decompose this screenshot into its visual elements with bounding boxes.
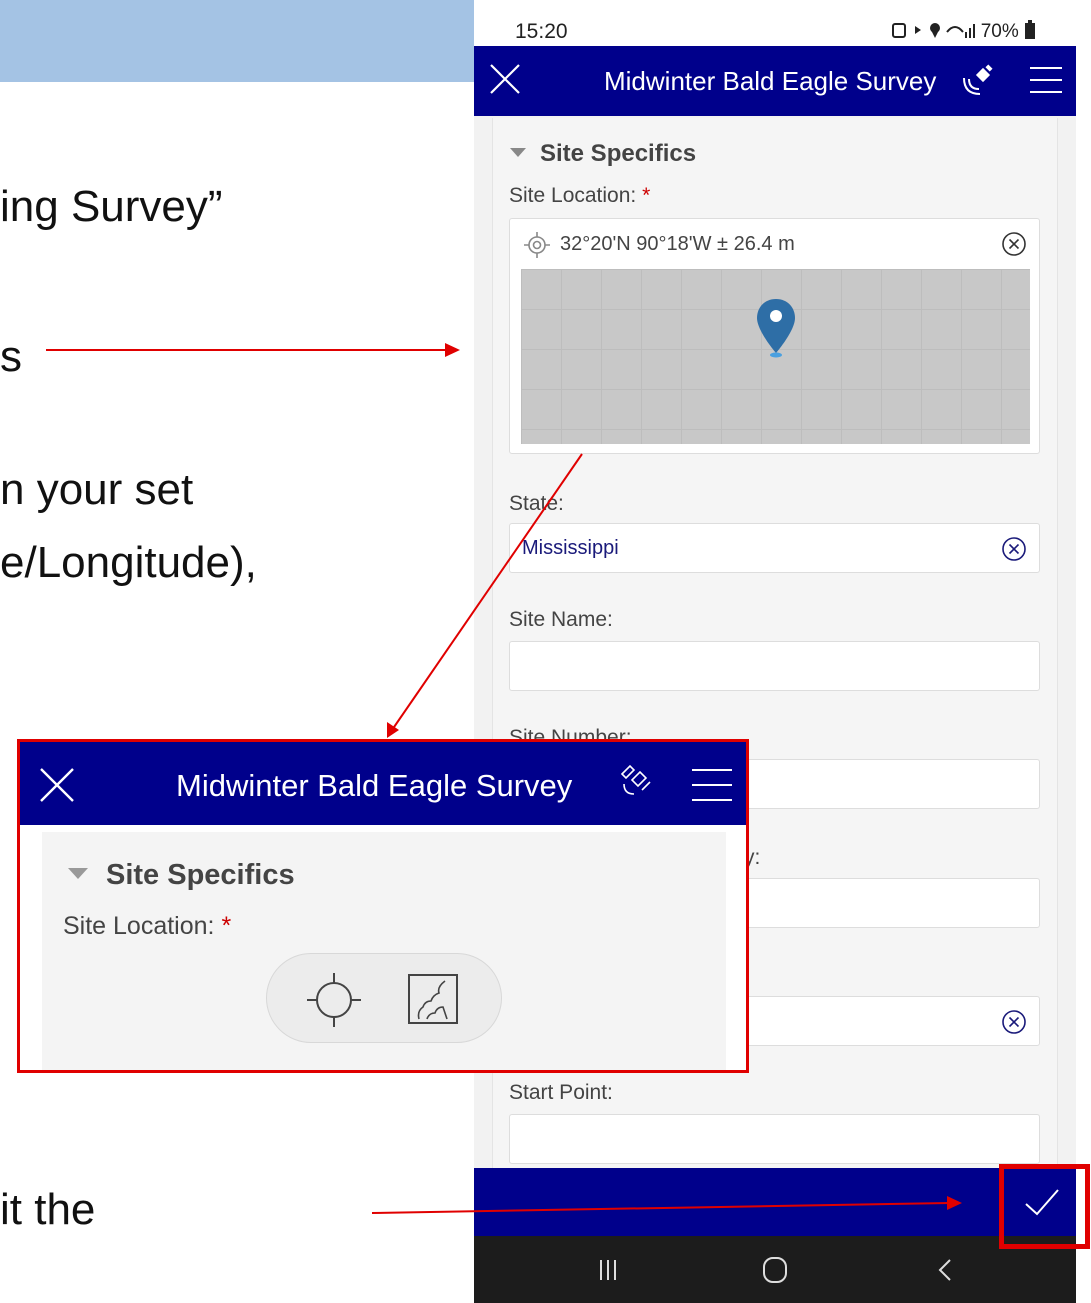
section-header-site-specifics[interactable]: Site Specifics	[510, 140, 696, 168]
required-marker: *	[642, 184, 651, 207]
site-name-field[interactable]	[509, 641, 1040, 691]
collapse-triangle-icon	[68, 867, 88, 879]
site-location-field[interactable]: 32°20'N 90°18'W ± 26.4 m	[509, 218, 1040, 454]
clear-icon[interactable]	[1001, 1009, 1027, 1035]
site-name-label: Site Name:	[509, 608, 613, 631]
status-icons: 70%	[891, 20, 1036, 43]
map-icon[interactable]	[407, 973, 459, 1025]
slide-text-line-3: n your set	[0, 465, 194, 514]
inset-section-title: Site Specifics	[106, 859, 295, 891]
slide-text-line-1: ing Survey”	[0, 182, 223, 231]
close-icon[interactable]	[488, 62, 522, 96]
app-header: Midwinter Bald Eagle Survey	[474, 46, 1076, 116]
signal-icon	[892, 23, 976, 38]
menu-icon[interactable]	[1030, 66, 1062, 94]
state-field[interactable]: Mississippi	[509, 523, 1040, 573]
phone-screenshot: 15:20 70% Midwinter Bald Eagle Survey Si…	[474, 0, 1076, 1303]
arrow-to-location-field	[46, 343, 460, 357]
target-icon	[524, 232, 550, 258]
app-title: Midwinter Bald Eagle Survey	[604, 66, 937, 96]
inset-site-location-text: Site Location:	[63, 912, 215, 940]
collapse-triangle-icon	[510, 148, 526, 158]
zoom-inset: Midwinter Bald Eagle Survey Site Specifi…	[17, 739, 749, 1073]
slide-text-line-5: it the	[0, 1185, 96, 1234]
android-nav-bar	[474, 1236, 1076, 1303]
gps-satellite-icon[interactable]	[616, 762, 656, 802]
clear-icon[interactable]	[1001, 231, 1027, 257]
site-location-label: Site Location: *	[509, 184, 650, 208]
slide-text-line-4: e/Longitude),	[0, 538, 257, 587]
submit-highlight	[999, 1164, 1090, 1249]
start-point-label: Start Point:	[509, 1081, 613, 1104]
inset-app-title: Midwinter Bald Eagle Survey	[176, 768, 573, 803]
home-icon[interactable]	[756, 1252, 796, 1288]
battery-level: 70%	[980, 21, 1019, 42]
gps-satellite-icon[interactable]	[958, 64, 998, 98]
back-icon[interactable]	[926, 1252, 966, 1288]
bottom-action-bar	[474, 1168, 1076, 1236]
start-point-field[interactable]	[509, 1114, 1040, 1164]
inset-app-header: Midwinter Bald Eagle Survey	[20, 742, 746, 825]
recent-apps-icon[interactable]	[588, 1252, 628, 1288]
section-title: Site Specifics	[540, 140, 697, 167]
status-bar: 15:20 70%	[474, 0, 1076, 46]
gps-target-icon[interactable]	[305, 971, 363, 1029]
map-pin-icon	[757, 299, 795, 358]
location-coordinates: 32°20'N 90°18'W ± 26.4 m	[560, 233, 795, 255]
menu-icon[interactable]	[692, 768, 732, 802]
required-marker: *	[221, 912, 232, 940]
clear-icon[interactable]	[1001, 536, 1027, 562]
state-value: Mississippi	[522, 537, 619, 559]
inset-section-header[interactable]: Site Specifics	[68, 859, 295, 892]
slide-text-line-2: s	[0, 332, 22, 381]
close-icon[interactable]	[38, 766, 76, 804]
site-location-label-text: Site Location:	[509, 184, 637, 207]
state-label: State:	[509, 492, 564, 515]
location-picker-buttons	[266, 953, 502, 1043]
battery-icon	[1025, 20, 1035, 39]
status-time: 15:20	[515, 20, 568, 43]
location-map[interactable]	[521, 269, 1030, 444]
inset-site-location-label: Site Location: *	[63, 912, 231, 941]
